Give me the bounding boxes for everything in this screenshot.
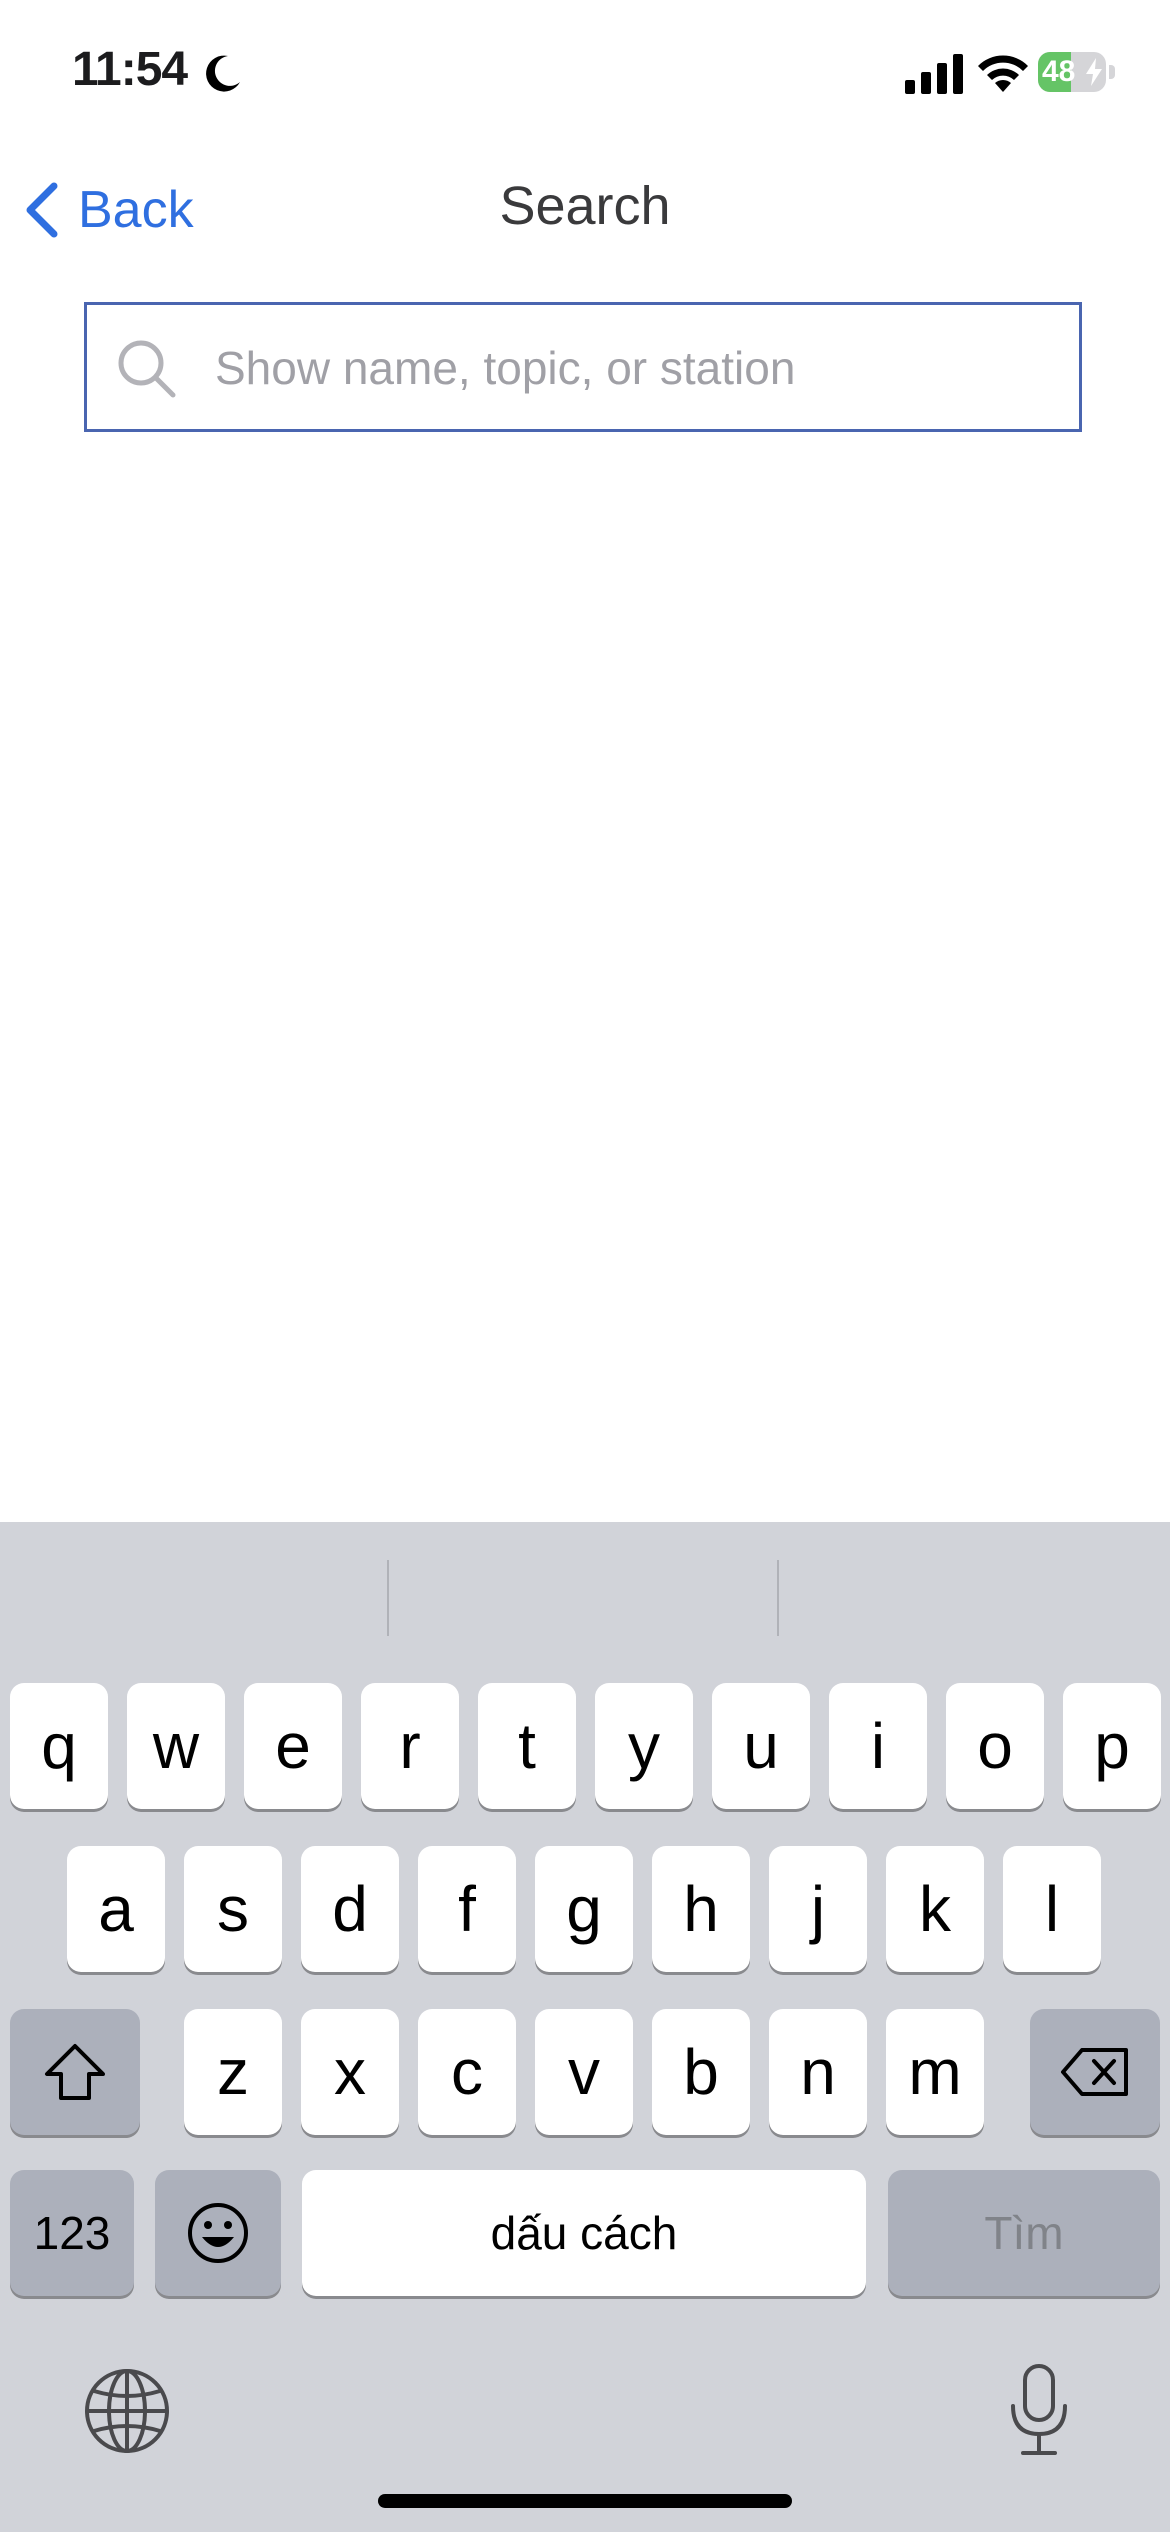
battery-level: 48 (1042, 55, 1076, 88)
key-o[interactable]: o (946, 1683, 1044, 1809)
key-x[interactable]: x (301, 2009, 399, 2135)
charging-bolt-icon (1086, 58, 1102, 86)
key-c[interactable]: c (418, 2009, 516, 2135)
search-box[interactable] (84, 302, 1082, 432)
key-i[interactable]: i (829, 1683, 927, 1809)
keyboard: 123 dấu cách Tìm qwertyuiop asdfghjkl zxcv… (0, 1522, 1170, 2532)
battery-indicator: 48 (1038, 52, 1116, 92)
key-e[interactable]: e (244, 1683, 342, 1809)
key-b[interactable]: b (652, 2009, 750, 2135)
wifi-icon (978, 55, 1028, 92)
key-h[interactable]: h (652, 1846, 750, 1972)
emoji-key[interactable] (155, 2170, 281, 2296)
suggestion-divider (777, 1560, 779, 1636)
key-r[interactable]: r (361, 1683, 459, 1809)
key-s[interactable]: s (184, 1846, 282, 1972)
key-y[interactable]: y (595, 1683, 693, 1809)
key-f[interactable]: f (418, 1846, 516, 1972)
key-a[interactable]: a (67, 1846, 165, 1972)
emoji-icon (188, 2203, 248, 2263)
home-indicator[interactable] (378, 2494, 792, 2508)
search-icon (118, 340, 176, 398)
navigation-bar: Back Search (0, 150, 1170, 270)
key-g[interactable]: g (535, 1846, 633, 1972)
backspace-key[interactable] (1030, 2009, 1160, 2135)
key-v[interactable]: v (535, 2009, 633, 2135)
status-bar: 11:54 48 (0, 0, 1170, 150)
key-p[interactable]: p (1063, 1683, 1161, 1809)
key-w[interactable]: w (127, 1683, 225, 1809)
key-n[interactable]: n (769, 2009, 867, 2135)
globe-icon[interactable] (82, 2366, 172, 2456)
search-input[interactable] (213, 305, 1057, 431)
shift-icon (45, 2044, 105, 2100)
space-key[interactable]: dấu cách (302, 2170, 866, 2296)
backspace-icon (1061, 2048, 1128, 2096)
numbers-key[interactable]: 123 (10, 2170, 134, 2296)
key-u[interactable]: u (712, 1683, 810, 1809)
key-d[interactable]: d (301, 1846, 399, 1972)
key-z[interactable]: z (184, 2009, 282, 2135)
search-return-key[interactable]: Tìm (888, 2170, 1160, 2296)
microphone-icon[interactable] (1005, 2362, 1073, 2458)
key-m[interactable]: m (886, 2009, 984, 2135)
key-j[interactable]: j (769, 1846, 867, 1972)
moon-icon (206, 55, 240, 92)
key-q[interactable]: q (10, 1683, 108, 1809)
page-title: Search (499, 176, 671, 236)
shift-key[interactable] (10, 2009, 140, 2135)
key-t[interactable]: t (478, 1683, 576, 1809)
suggestion-divider (387, 1560, 389, 1636)
cellular-signal-icon (905, 54, 963, 94)
status-time: 11:54 (72, 43, 188, 96)
key-k[interactable]: k (886, 1846, 984, 1972)
key-l[interactable]: l (1003, 1846, 1101, 1972)
